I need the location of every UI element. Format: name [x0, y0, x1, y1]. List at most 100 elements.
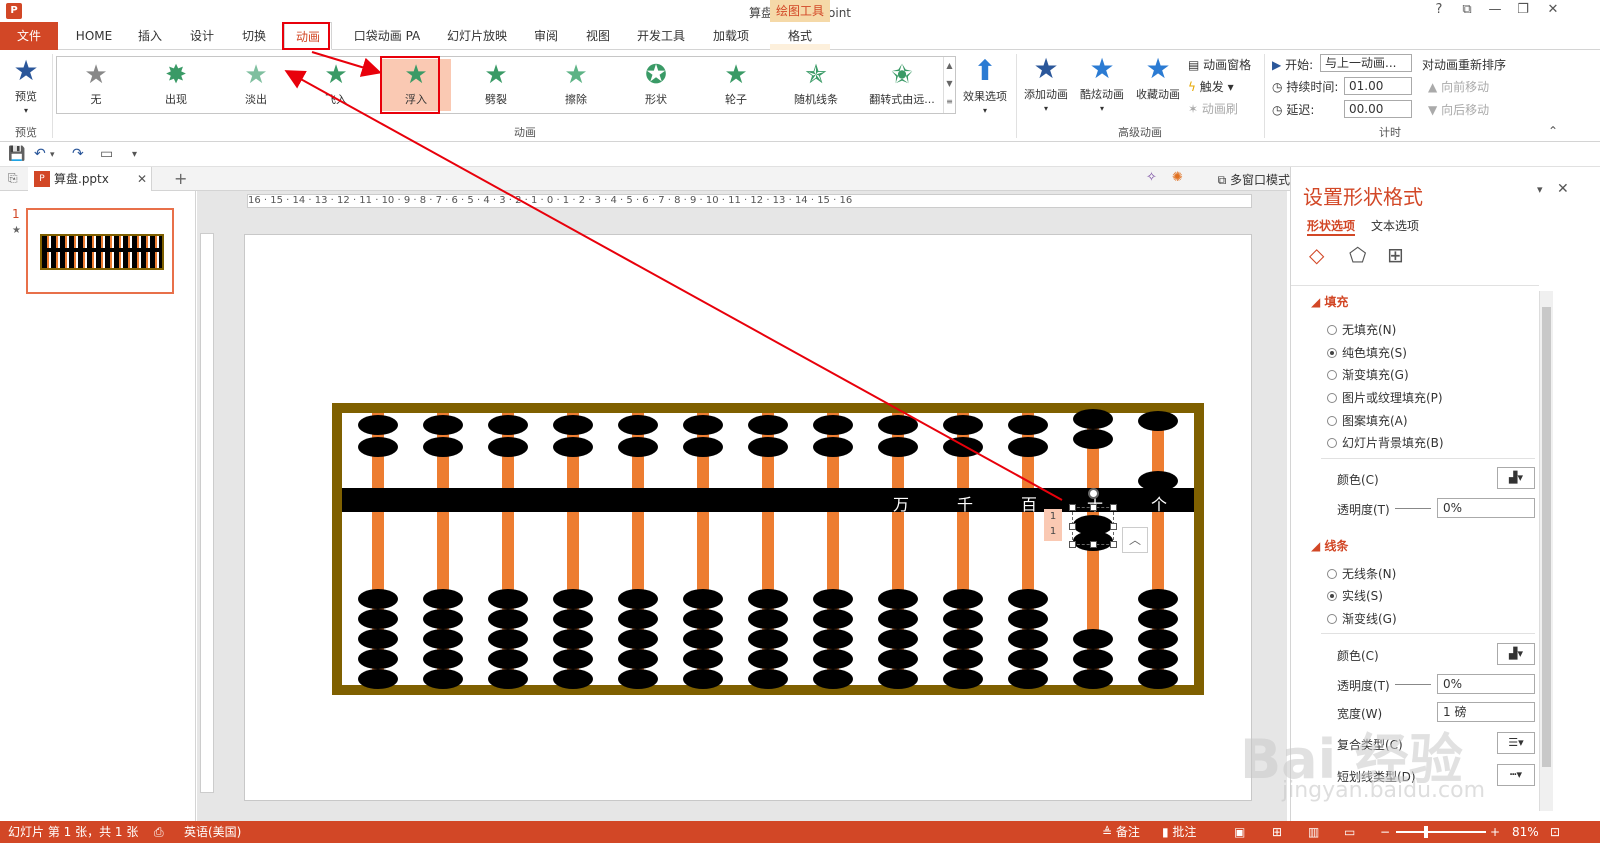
radio-no-line[interactable]: 无线条(N)	[1327, 565, 1396, 582]
abacus-bead[interactable]	[1008, 629, 1048, 649]
anim-fly-in[interactable]: ★ 飞入	[301, 59, 371, 111]
abacus-bead[interactable]	[683, 415, 723, 435]
abacus-bead[interactable]	[813, 629, 853, 649]
abacus-bead[interactable]	[878, 437, 918, 457]
fill-transparency-slider[interactable]	[1395, 508, 1431, 509]
anim-split[interactable]: ★ 劈裂	[461, 59, 531, 111]
abacus-bead[interactable]	[878, 609, 918, 629]
slide-thumbnail[interactable]	[26, 208, 174, 294]
abacus-bead[interactable]	[813, 649, 853, 669]
add-tab-button[interactable]: +	[174, 169, 187, 188]
abacus-bead[interactable]	[1138, 669, 1178, 689]
resize-handle[interactable]	[1110, 504, 1117, 511]
abacus-bead[interactable]	[813, 437, 853, 457]
abacus-bead[interactable]	[488, 589, 528, 609]
undo-dropdown-icon[interactable]: ▾	[50, 150, 55, 160]
abacus-bead[interactable]	[1138, 609, 1178, 629]
abacus-bead[interactable]	[423, 669, 463, 689]
abacus-bead[interactable]	[1073, 429, 1113, 449]
abacus-frame[interactable]: 万 千 百 十 个	[332, 403, 1204, 695]
compound-type-picker[interactable]: ☰▾	[1497, 732, 1535, 754]
radio-solid-line[interactable]: 实线(S)	[1327, 587, 1383, 604]
abacus-bead[interactable]	[748, 649, 788, 669]
ribbon-display-icon[interactable]: ⧉	[1454, 2, 1480, 17]
abacus-bead[interactable]	[878, 669, 918, 689]
undo-icon[interactable]: ↶	[34, 146, 46, 162]
tab-file[interactable]: 文件	[0, 22, 58, 50]
collect-animation-button[interactable]: ★ 收藏动画	[1132, 54, 1184, 102]
resize-handle[interactable]	[1110, 541, 1117, 548]
fill-bucket-icon[interactable]: ◇	[1309, 243, 1324, 267]
resize-handle[interactable]	[1090, 504, 1097, 511]
abacus-bead[interactable]	[683, 649, 723, 669]
abacus-bead[interactable]	[813, 415, 853, 435]
zoom-slider[interactable]	[1396, 826, 1486, 838]
tab-home[interactable]: HOME	[66, 22, 122, 50]
resize-handle[interactable]	[1069, 541, 1076, 548]
radio-no-fill[interactable]: 无填充(N)	[1327, 321, 1396, 338]
minimize-icon[interactable]: —	[1482, 2, 1508, 17]
abacus-bead[interactable]	[358, 629, 398, 649]
tab-shape-options[interactable]: 形状选项	[1307, 217, 1356, 236]
abacus-bead[interactable]	[488, 609, 528, 629]
redo-icon[interactable]: ↷	[72, 146, 84, 162]
animation-painter-button[interactable]: ✶ 动画刷	[1188, 100, 1238, 117]
abacus-bead[interactable]	[618, 437, 658, 457]
fill-transparency-input[interactable]: 0%	[1437, 498, 1535, 518]
format-pane-scrollbar[interactable]	[1539, 291, 1553, 811]
anim-none[interactable]: ★ 无	[61, 59, 131, 111]
abacus-bead[interactable]	[1138, 629, 1178, 649]
add-animation-button[interactable]: ★ 添加动画 ▾	[1020, 54, 1072, 114]
delay-input[interactable]: 00.00	[1344, 100, 1412, 118]
abacus-bead[interactable]	[683, 437, 723, 457]
abacus-bead[interactable]	[813, 589, 853, 609]
abacus-bead[interactable]	[1138, 411, 1178, 431]
multiwindow-mode-button[interactable]: ⧉ 多窗口模式	[1218, 171, 1290, 188]
abacus-bead[interactable]	[683, 669, 723, 689]
abacus-bead[interactable]	[618, 649, 658, 669]
fill-color-picker[interactable]: ▟▾	[1497, 467, 1535, 489]
radio-gradient-line[interactable]: 渐变线(G)	[1327, 610, 1397, 627]
abacus-bead[interactable]	[553, 415, 593, 435]
radio-solid-fill[interactable]: 纯色填充(S)	[1327, 344, 1407, 361]
anim-appear[interactable]: ✸ 出现	[141, 59, 211, 111]
abacus-bead[interactable]	[748, 415, 788, 435]
fill-section-header[interactable]: ◢ 填充	[1311, 293, 1348, 310]
comments-button[interactable]: ▮ 批注	[1162, 821, 1196, 843]
zoom-slider-thumb[interactable]	[1424, 826, 1428, 838]
zoom-in-button[interactable]: +	[1490, 821, 1500, 843]
save-icon[interactable]: 💾	[8, 146, 25, 162]
abacus-bead[interactable]	[553, 669, 593, 689]
tab-design[interactable]: 设计	[180, 22, 224, 50]
trigger-button[interactable]: ϟ 触发 ▾	[1188, 78, 1234, 95]
abacus-bead[interactable]	[943, 649, 983, 669]
abacus-bead[interactable]	[553, 437, 593, 457]
abacus-bead[interactable]	[1008, 437, 1048, 457]
abacus-bead[interactable]	[358, 415, 398, 435]
abacus-bead[interactable]	[1073, 409, 1113, 429]
tab-view[interactable]: 视图	[576, 22, 620, 50]
tab-text-options[interactable]: 文本选项	[1371, 217, 1419, 234]
abacus-bead[interactable]	[488, 437, 528, 457]
pane-options-icon[interactable]: ▾	[1537, 183, 1543, 196]
anim-fade[interactable]: ★ 淡出	[221, 59, 291, 111]
abacus-bead[interactable]	[748, 437, 788, 457]
pentagon-effects-icon[interactable]: ⬠	[1349, 243, 1366, 267]
reading-view-icon[interactable]: ▥	[1308, 821, 1319, 843]
radio-background-fill[interactable]: 幻灯片背景填充(B)	[1327, 434, 1444, 451]
abacus-bead[interactable]	[423, 629, 463, 649]
abacus-bead[interactable]	[748, 629, 788, 649]
abacus-bead[interactable]	[878, 589, 918, 609]
settings-icon[interactable]: ✺	[1172, 170, 1183, 185]
tab-developer[interactable]: 开发工具	[630, 22, 692, 50]
abacus-bead[interactable]	[423, 589, 463, 609]
tab-transitions[interactable]: 切换	[232, 22, 276, 50]
abacus-bead[interactable]	[683, 609, 723, 629]
move-later-button[interactable]: ▼ 向后移动	[1428, 101, 1489, 118]
abacus-bead[interactable]	[423, 437, 463, 457]
magic-icon[interactable]: ✧	[1146, 170, 1157, 185]
language-status[interactable]: 英语(美国)	[184, 821, 241, 843]
abacus-bead[interactable]	[943, 415, 983, 435]
resize-handle[interactable]	[1090, 541, 1097, 548]
abacus-bead[interactable]	[878, 629, 918, 649]
